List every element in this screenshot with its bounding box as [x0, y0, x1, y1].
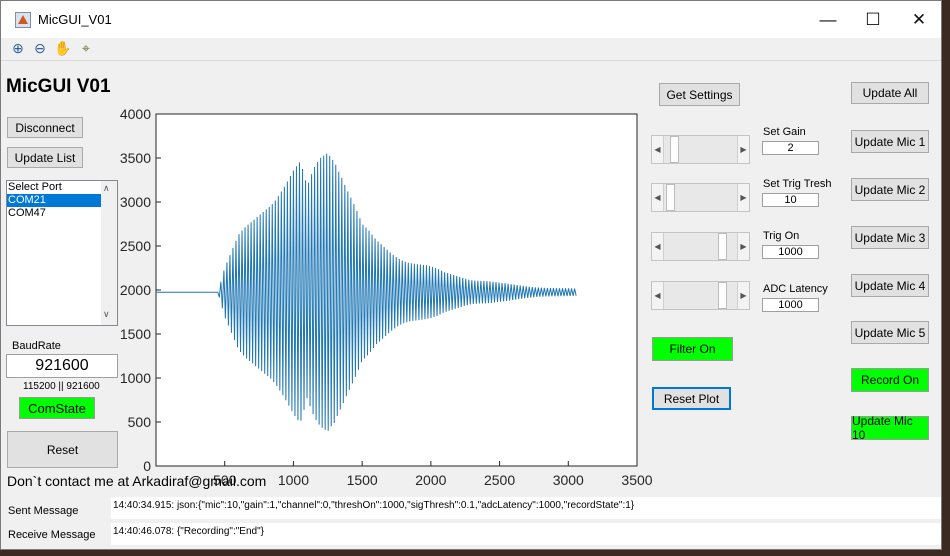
- slider-right-icon[interactable]: ▶: [737, 136, 749, 163]
- data-cursor-icon[interactable]: ⌖: [77, 39, 95, 57]
- slider-left-icon[interactable]: ◀: [652, 282, 664, 309]
- y-tick-label: 2500: [120, 238, 151, 254]
- close-icon[interactable]: ✕: [897, 7, 941, 33]
- list-item[interactable]: Select Port: [7, 181, 102, 194]
- receive-message-label: Receive Message: [8, 529, 96, 541]
- footer-contact-text: Don`t contact me at Arkadiraf@gmail.com: [7, 473, 267, 489]
- slider-thumb[interactable]: [718, 233, 727, 260]
- zoom-in-icon[interactable]: ⊕: [9, 39, 27, 57]
- trig-on-input[interactable]: 1000: [762, 245, 819, 259]
- slider-left-icon[interactable]: ◀: [652, 184, 664, 211]
- sent-message-label: Sent Message: [8, 505, 79, 517]
- y-tick-label: 2000: [120, 282, 151, 298]
- scroll-down-icon[interactable]: ∨: [103, 309, 110, 320]
- update-mic-4-button[interactable]: Update Mic 4: [851, 274, 929, 297]
- trig-thresh-slider[interactable]: ◀ ▶: [651, 183, 750, 212]
- set-gain-input[interactable]: 2: [762, 141, 819, 155]
- sent-message-box: 14:40:34.915: json:{"mic":10,"gain":1,"c…: [111, 497, 941, 519]
- gain-slider[interactable]: ◀ ▶: [651, 135, 750, 164]
- update-mic-5-button[interactable]: Update Mic 5: [851, 321, 929, 344]
- adc-latency-label: ADC Latency: [763, 283, 828, 295]
- matlab-app-icon: [15, 12, 31, 28]
- get-settings-button[interactable]: Get Settings: [659, 83, 740, 106]
- minimize-icon[interactable]: —: [806, 7, 850, 33]
- y-tick-label: 500: [128, 414, 152, 430]
- baudrate-input[interactable]: 921600: [6, 354, 118, 378]
- update-all-button[interactable]: Update All: [851, 82, 929, 104]
- slider-left-icon[interactable]: ◀: [652, 136, 664, 163]
- port-listbox[interactable]: Select Port COM21 COM47 ∧ ∨: [6, 180, 118, 326]
- y-tick-label: 3500: [120, 150, 151, 166]
- set-trig-input[interactable]: 10: [762, 193, 819, 207]
- comstate-button[interactable]: ComState: [19, 397, 95, 419]
- y-tick-label: 3000: [120, 194, 151, 210]
- y-tick-label: 0: [143, 458, 151, 474]
- slider-right-icon[interactable]: ▶: [737, 282, 749, 309]
- adc-latency-slider[interactable]: ◀ ▶: [651, 281, 750, 310]
- receive-message-box: 14:40:46.078: {"Recording":"End"}: [111, 523, 941, 545]
- baudrate-label: BaudRate: [12, 340, 61, 352]
- update-mic-3-button[interactable]: Update Mic 3: [851, 226, 929, 249]
- slider-right-icon[interactable]: ▶: [737, 184, 749, 211]
- update-mic-10-button[interactable]: Update Mic 10: [851, 414, 929, 442]
- signal-plot[interactable]: 05001000150020002500300035004000 500 1000…: [111, 106, 661, 486]
- zoom-out-icon[interactable]: ⊖: [31, 39, 49, 57]
- update-mic-2-button[interactable]: Update Mic 2: [851, 178, 929, 201]
- trig-on-slider[interactable]: ◀ ▶: [651, 232, 750, 261]
- y-tick-label: 4000: [120, 106, 151, 122]
- slider-thumb[interactable]: [718, 282, 727, 309]
- x-tick-label: 3000: [553, 472, 584, 486]
- set-gain-label: Set Gain: [763, 126, 806, 138]
- maximize-icon[interactable]: ☐: [851, 7, 895, 33]
- list-item[interactable]: COM47: [7, 207, 102, 220]
- slider-left-icon[interactable]: ◀: [652, 233, 664, 260]
- figure-toolbar: ⊕ ⊖ ✋ ⌖: [1, 38, 941, 61]
- y-tick-label: 1500: [120, 326, 151, 342]
- sent-message-text: 14:40:34.915: json:{"mic":10,"gain":1,"c…: [113, 500, 635, 511]
- baudrate-options-text: 115200 || 921600: [23, 381, 100, 392]
- x-tick-label: 1000: [278, 472, 309, 486]
- disconnect-button[interactable]: Disconnect: [7, 117, 83, 138]
- slider-thumb[interactable]: [666, 184, 675, 211]
- window-title: MicGUI_V01: [38, 12, 112, 27]
- x-tick-label: 2000: [415, 472, 446, 486]
- set-trig-tresh-label: Set Trig Tresh: [763, 178, 832, 190]
- x-tick-label: 1500: [347, 472, 378, 486]
- pan-hand-icon[interactable]: ✋: [54, 39, 72, 57]
- app-window: MicGUI_V01 — ☐ ✕ ⊕ ⊖ ✋ ⌖ MicGUI V01 Disc…: [0, 0, 942, 550]
- slider-thumb[interactable]: [670, 136, 679, 163]
- x-tick-label: 2500: [484, 472, 515, 486]
- receive-message-text: 14:40:46.078: {"Recording":"End"}: [113, 526, 264, 537]
- update-mic-1-button[interactable]: Update Mic 1: [851, 130, 929, 153]
- list-item-selected[interactable]: COM21: [7, 194, 102, 207]
- filter-on-button[interactable]: Filter On: [652, 337, 733, 361]
- reset-plot-button[interactable]: Reset Plot: [652, 387, 731, 410]
- title-bar: MicGUI_V01 — ☐ ✕: [1, 1, 941, 38]
- trig-on-label: Trig On: [763, 230, 800, 242]
- record-on-button[interactable]: Record On: [851, 368, 929, 392]
- y-tick-label: 1000: [120, 370, 151, 386]
- adc-latency-input[interactable]: 1000: [762, 298, 819, 312]
- app-heading: MicGUI V01: [6, 76, 111, 97]
- scroll-up-icon[interactable]: ∧: [103, 183, 110, 194]
- slider-right-icon[interactable]: ▶: [737, 233, 749, 260]
- x-tick-label: 3500: [621, 472, 652, 486]
- update-list-button[interactable]: Update List: [7, 147, 83, 168]
- reset-button[interactable]: Reset: [7, 431, 118, 468]
